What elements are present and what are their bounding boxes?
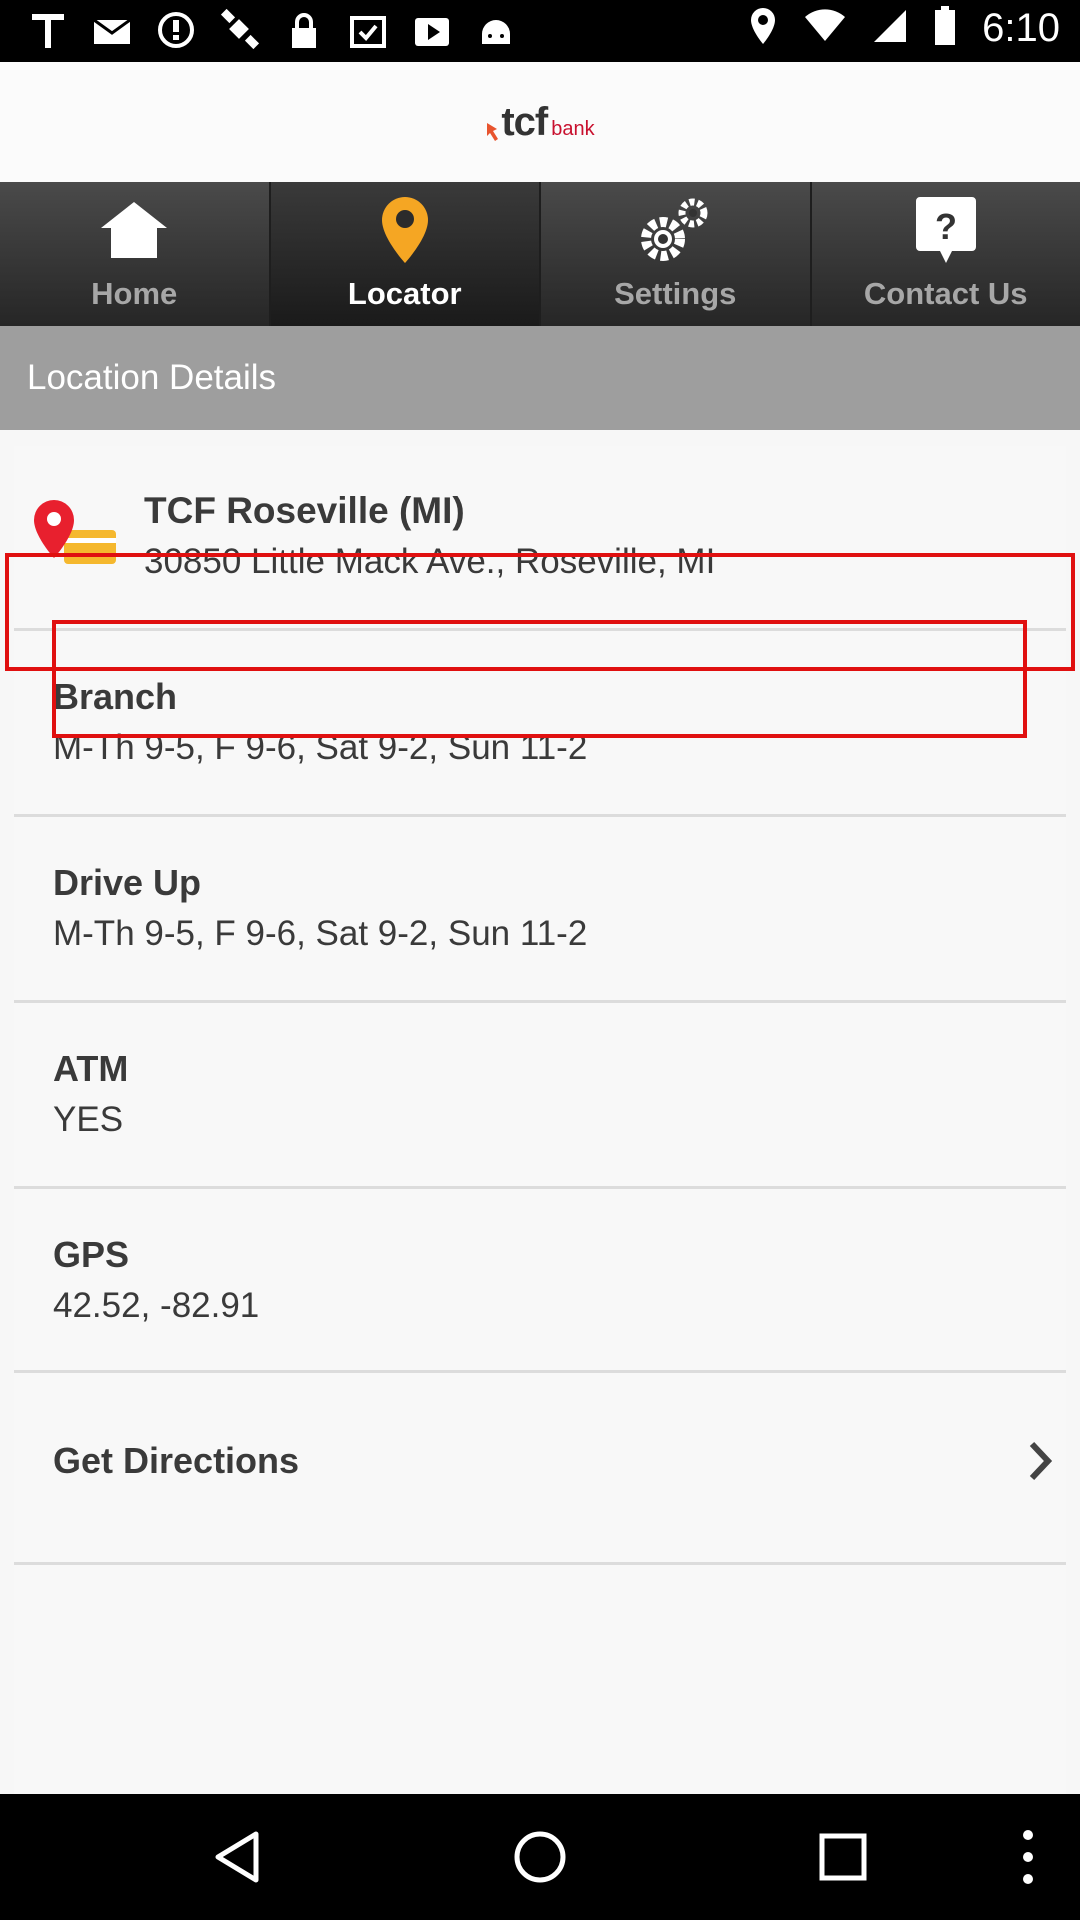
tab-settings[interactable]: Settings [541, 182, 812, 326]
tab-contact-us-label: Contact Us [863, 276, 1028, 311]
clipboard-icon [348, 8, 388, 52]
tab-locator[interactable]: Locator [270, 182, 541, 326]
recent-apps-button[interactable] [808, 1822, 878, 1892]
section-header: Location Details [0, 326, 1080, 430]
wifi-icon [804, 9, 846, 48]
chevron-right-icon [1018, 1436, 1062, 1486]
logo-suffix: bank [551, 117, 595, 140]
status-time: 6:10 [982, 6, 1060, 50]
pin-icon [365, 190, 445, 270]
status-bar: 6:10 [0, 0, 1080, 62]
svg-text:?: ? [935, 206, 957, 247]
back-icon [215, 1831, 259, 1883]
tab-bar: Home Locator Settings ? Contact Us [0, 182, 1080, 326]
gear-icon [635, 190, 715, 270]
more-vert-icon [1023, 1830, 1033, 1884]
location-name: TCF Roseville (MI) [144, 490, 465, 531]
android-icon [476, 8, 516, 52]
detail-row-atm: ATM YES [14, 1002, 1066, 1186]
gmail-icon [92, 8, 132, 52]
tcf-bank-logo: tcf bank [485, 99, 595, 145]
location-status-icon [748, 6, 778, 51]
home-circle-icon [514, 1831, 566, 1883]
satellite-icon [220, 8, 260, 52]
detail-value: YES [53, 1100, 124, 1139]
overflow-menu-button[interactable] [993, 1822, 1063, 1892]
home-nav-button[interactable] [505, 1822, 575, 1892]
text-icon [28, 8, 68, 52]
logo-text: tcf [501, 99, 548, 144]
get-directions-label: Get Directions [53, 1440, 300, 1481]
battery-icon [934, 6, 956, 51]
tab-home[interactable]: Home [0, 182, 271, 326]
back-button[interactable] [202, 1822, 272, 1892]
detail-title: Drive Up [53, 862, 202, 903]
navigation-bar [0, 1794, 1080, 1920]
question-icon: ? [906, 190, 986, 270]
detail-title: ATM [53, 1048, 129, 1089]
detail-value: 42.52, -82.91 [53, 1286, 260, 1325]
logo-mark-icon [487, 122, 499, 141]
play-store-icon [412, 8, 452, 52]
section-title: Location Details [27, 358, 277, 397]
signal-icon [872, 8, 908, 49]
get-directions-button[interactable]: Get Directions [14, 1372, 1066, 1556]
home-icon [94, 190, 174, 270]
detail-value: M-Th 9-5, F 9-6, Sat 9-2, Sun 11-2 [53, 914, 588, 953]
tab-locator-label: Locator [347, 276, 462, 311]
square-icon [819, 1833, 867, 1881]
detail-title: GPS [53, 1234, 130, 1275]
lock-icon [284, 8, 324, 52]
tab-contact-us[interactable]: ? Contact Us [811, 182, 1080, 326]
highlight-box [52, 620, 1027, 738]
detail-row-drive-up: Drive Up M-Th 9-5, F 9-6, Sat 9-2, Sun 1… [14, 816, 1066, 1000]
alert-icon [156, 8, 196, 52]
tab-home-label: Home [91, 276, 178, 311]
tab-settings-label: Settings [614, 276, 737, 311]
app-header: tcf bank [0, 62, 1080, 182]
divider [14, 1562, 1066, 1565]
detail-row-gps: GPS 42.52, -82.91 [14, 1188, 1066, 1372]
